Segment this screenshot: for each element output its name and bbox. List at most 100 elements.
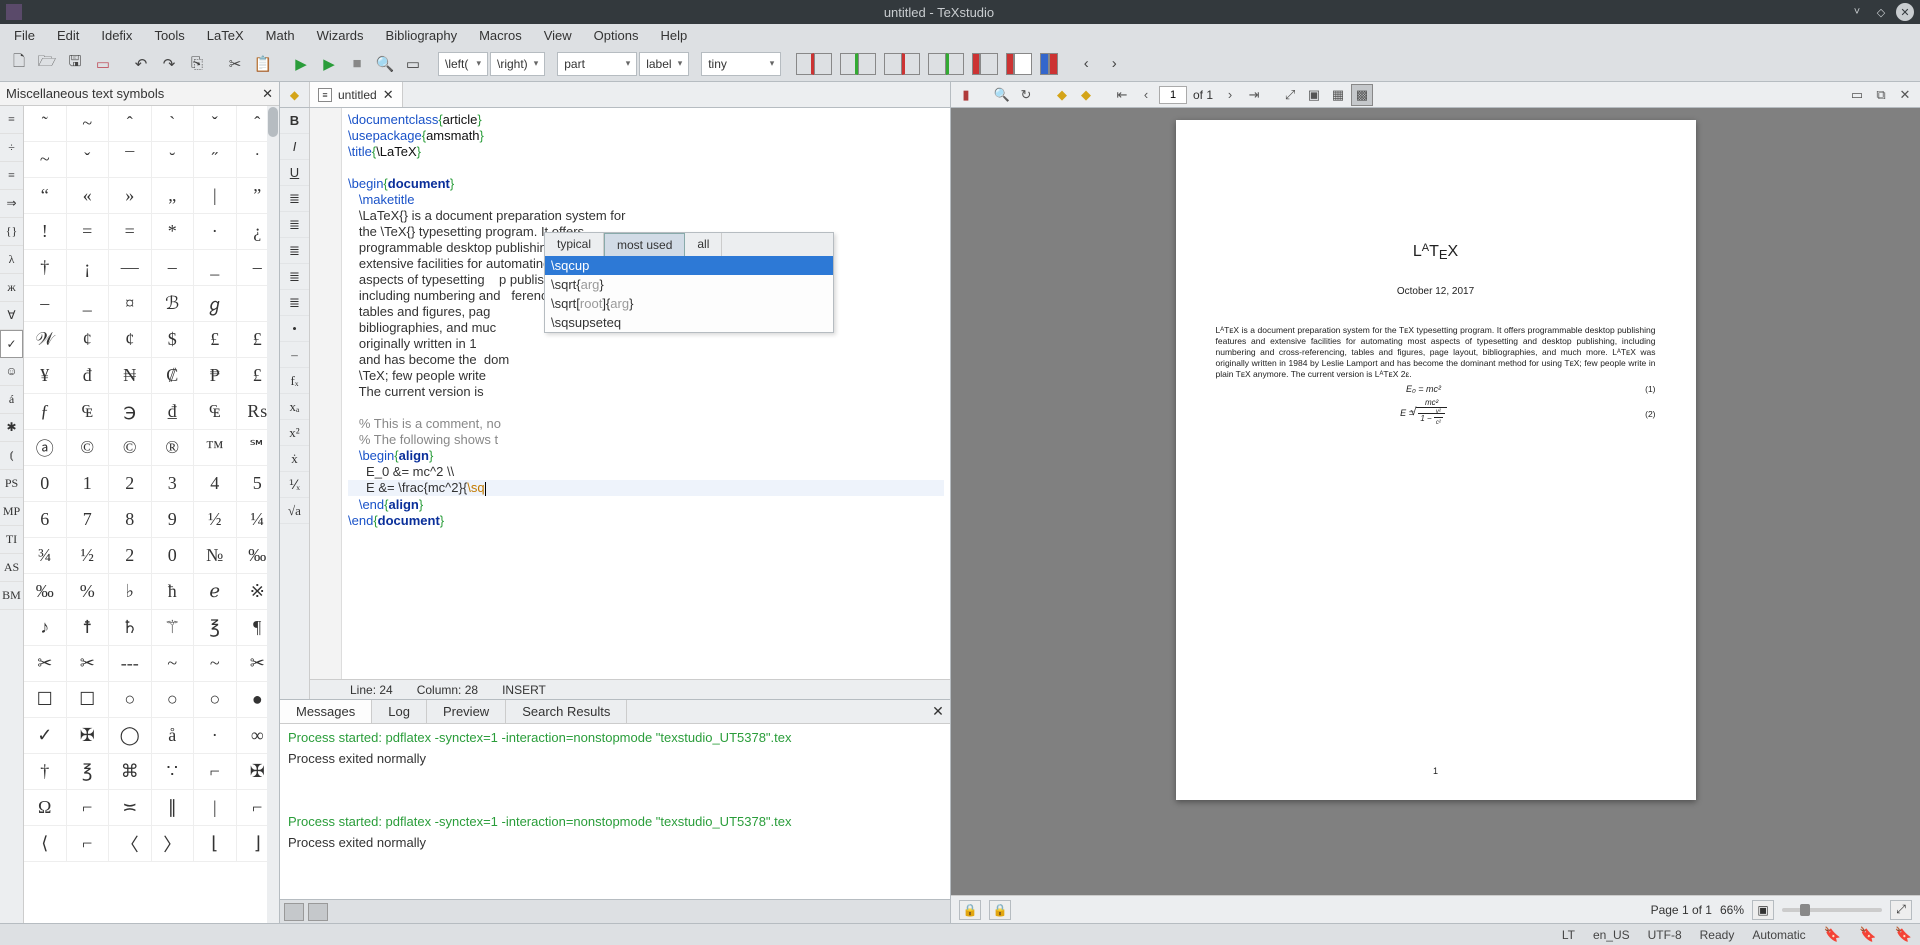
symbol-panel-close[interactable]: ✕ [262, 86, 273, 102]
pv-bookmark-next[interactable]: ◆ [1075, 84, 1097, 106]
symbol-tab-7[interactable]: ∀ [0, 302, 23, 330]
symbol-cell[interactable]: ⌊ [194, 826, 237, 862]
right-delim-combo[interactable]: \right)▾ [490, 52, 545, 76]
ac-item[interactable]: \sqsupseteq [545, 313, 833, 332]
view-log-button[interactable]: ▭ [400, 51, 426, 77]
pv-presentation[interactable]: ▩ [1351, 84, 1373, 106]
symbol-cell[interactable]: 〉 [152, 826, 195, 862]
symbol-cell[interactable]: ¤ [109, 286, 152, 322]
menu-macros[interactable]: Macros [469, 25, 532, 46]
open-file-button[interactable]: 🗁 [34, 51, 60, 77]
view-pdf-button[interactable]: 🔍 [372, 51, 398, 77]
symbol-cell[interactable]: £ [194, 322, 237, 358]
redo-button[interactable]: ↷ [156, 51, 182, 77]
stop-button[interactable]: ■ [344, 51, 370, 77]
symbol-cell[interactable]: ¥ [24, 358, 67, 394]
status-encoding[interactable]: UTF-8 [1648, 928, 1682, 942]
symbol-cell[interactable]: ₦ [109, 358, 152, 394]
symbol-cell[interactable]: ˝ [194, 142, 237, 178]
symbol-cell[interactable]: ₠ [194, 394, 237, 430]
symbol-cell[interactable]: ` [152, 106, 195, 142]
symbol-cell[interactable]: 6 [24, 502, 67, 538]
doc-tab-close[interactable]: ✕ [383, 87, 394, 103]
symbol-tab-6[interactable]: ж [0, 274, 23, 302]
symbol-cell[interactable]: ˇ [67, 142, 110, 178]
symbol-scrollbar[interactable] [267, 106, 279, 923]
symbol-tab-0[interactable]: ≡ [0, 106, 23, 134]
symbol-cell[interactable]: ~ [194, 646, 237, 682]
symbol-cell[interactable]: † [24, 250, 67, 286]
symbol-cell[interactable]: ˘ [152, 142, 195, 178]
format-btn-7[interactable]: ≣ [280, 290, 309, 316]
format-btn-4[interactable]: ≣ [280, 212, 309, 238]
symbol-cell[interactable]: ℬ [152, 286, 195, 322]
symbol-cell[interactable]: ~ [67, 106, 110, 142]
ac-item[interactable]: \sqrt[root]{arg} [545, 294, 833, 313]
symbol-tab-2[interactable]: ≡ [0, 162, 23, 190]
status-lt[interactable]: LT [1562, 928, 1575, 942]
format-btn-2[interactable]: U [280, 160, 309, 186]
symbol-cell[interactable]: ™ [194, 430, 237, 466]
build-run-button[interactable]: ▶ [288, 51, 314, 77]
symbol-cell[interactable]: ℥ [194, 610, 237, 646]
symbol-cell[interactable]: 2 [109, 538, 152, 574]
copy-button[interactable]: ⎘ [184, 51, 210, 77]
pv-first-page[interactable]: ⇤ [1111, 84, 1133, 106]
symbol-cell[interactable]: | [194, 790, 237, 826]
undo-button[interactable]: ↶ [128, 51, 154, 77]
menu-math[interactable]: Math [256, 25, 305, 46]
symbol-cell[interactable]: $ [152, 322, 195, 358]
pv-bookmark-prev[interactable]: ◆ [1051, 84, 1073, 106]
symbol-cell[interactable]: № [194, 538, 237, 574]
nav-forward-button[interactable]: › [1101, 51, 1127, 77]
symbol-cell[interactable]: © [67, 430, 110, 466]
symbol-tab-9[interactable]: ☺ [0, 358, 23, 386]
symbol-cell[interactable]: — [109, 250, 152, 286]
symbol-cell[interactable]: ☐ [67, 682, 110, 718]
preview-viewport[interactable]: LATEX October 12, 2017 LᴬTᴇX is a docume… [951, 108, 1920, 895]
msg-tab-search-results[interactable]: Search Results [506, 700, 627, 723]
font-combo[interactable]: tiny▾ [701, 52, 781, 76]
symbol-cell[interactable]: ½ [67, 538, 110, 574]
col-split-6[interactable] [1006, 53, 1032, 75]
symbol-cell[interactable]: 𝒲 [24, 322, 67, 358]
messages-close[interactable]: ✕ [926, 700, 950, 723]
symbol-cell[interactable]: ○ [194, 682, 237, 718]
pv-find-button[interactable]: 🔍 [991, 84, 1013, 106]
menu-wizards[interactable]: Wizards [307, 25, 374, 46]
symbol-cell[interactable]: ˆ [109, 106, 152, 142]
symbol-cell[interactable]: “ [24, 178, 67, 214]
symbol-cell[interactable]: Ω [24, 790, 67, 826]
symbol-cell[interactable]: ☨ [67, 610, 110, 646]
symbol-tab-4[interactable]: {} [0, 218, 23, 246]
pv-next-page[interactable]: › [1219, 84, 1241, 106]
menu-tools[interactable]: Tools [144, 25, 194, 46]
symbol-cell[interactable]: ♭ [109, 574, 152, 610]
pv-page-input[interactable] [1159, 86, 1187, 104]
symbol-cell[interactable]: ∵ [152, 754, 195, 790]
pv-close-button[interactable]: ✕ [1894, 84, 1916, 106]
symbol-cell[interactable]: ⌘ [109, 754, 152, 790]
close-file-button[interactable]: ▭ [90, 51, 116, 77]
symbol-cell[interactable]: 0 [24, 466, 67, 502]
symbol-tab-14[interactable]: MP [0, 498, 23, 526]
symbol-cell[interactable]: ® [152, 430, 195, 466]
status-lang[interactable]: en_US [1593, 928, 1630, 942]
symbol-cell[interactable]: ‰ [24, 574, 67, 610]
symbol-cell[interactable]: 1 [67, 466, 110, 502]
symbol-cell[interactable]: ⟨ [24, 826, 67, 862]
pv-zoom-slider[interactable] [1782, 908, 1882, 912]
msg-tab-messages[interactable]: Messages [280, 700, 372, 723]
symbol-tab-13[interactable]: PS [0, 470, 23, 498]
menu-options[interactable]: Options [584, 25, 649, 46]
symbol-cell[interactable]: 〈 [109, 826, 152, 862]
bookmark-gutter-icon[interactable]: ◆ [280, 82, 310, 107]
msg-tab-preview[interactable]: Preview [427, 700, 506, 723]
symbol-cell[interactable]: 9 [152, 502, 195, 538]
pv-sync-button[interactable]: ↻ [1015, 84, 1037, 106]
symbol-cell[interactable]: ℊ [194, 286, 237, 322]
pv-actual-size[interactable]: ▦ [1327, 84, 1349, 106]
symbol-cell[interactable]: » [109, 178, 152, 214]
symbol-cell[interactable]: 2 [109, 466, 152, 502]
symbol-tab-17[interactable]: BM [0, 582, 23, 610]
